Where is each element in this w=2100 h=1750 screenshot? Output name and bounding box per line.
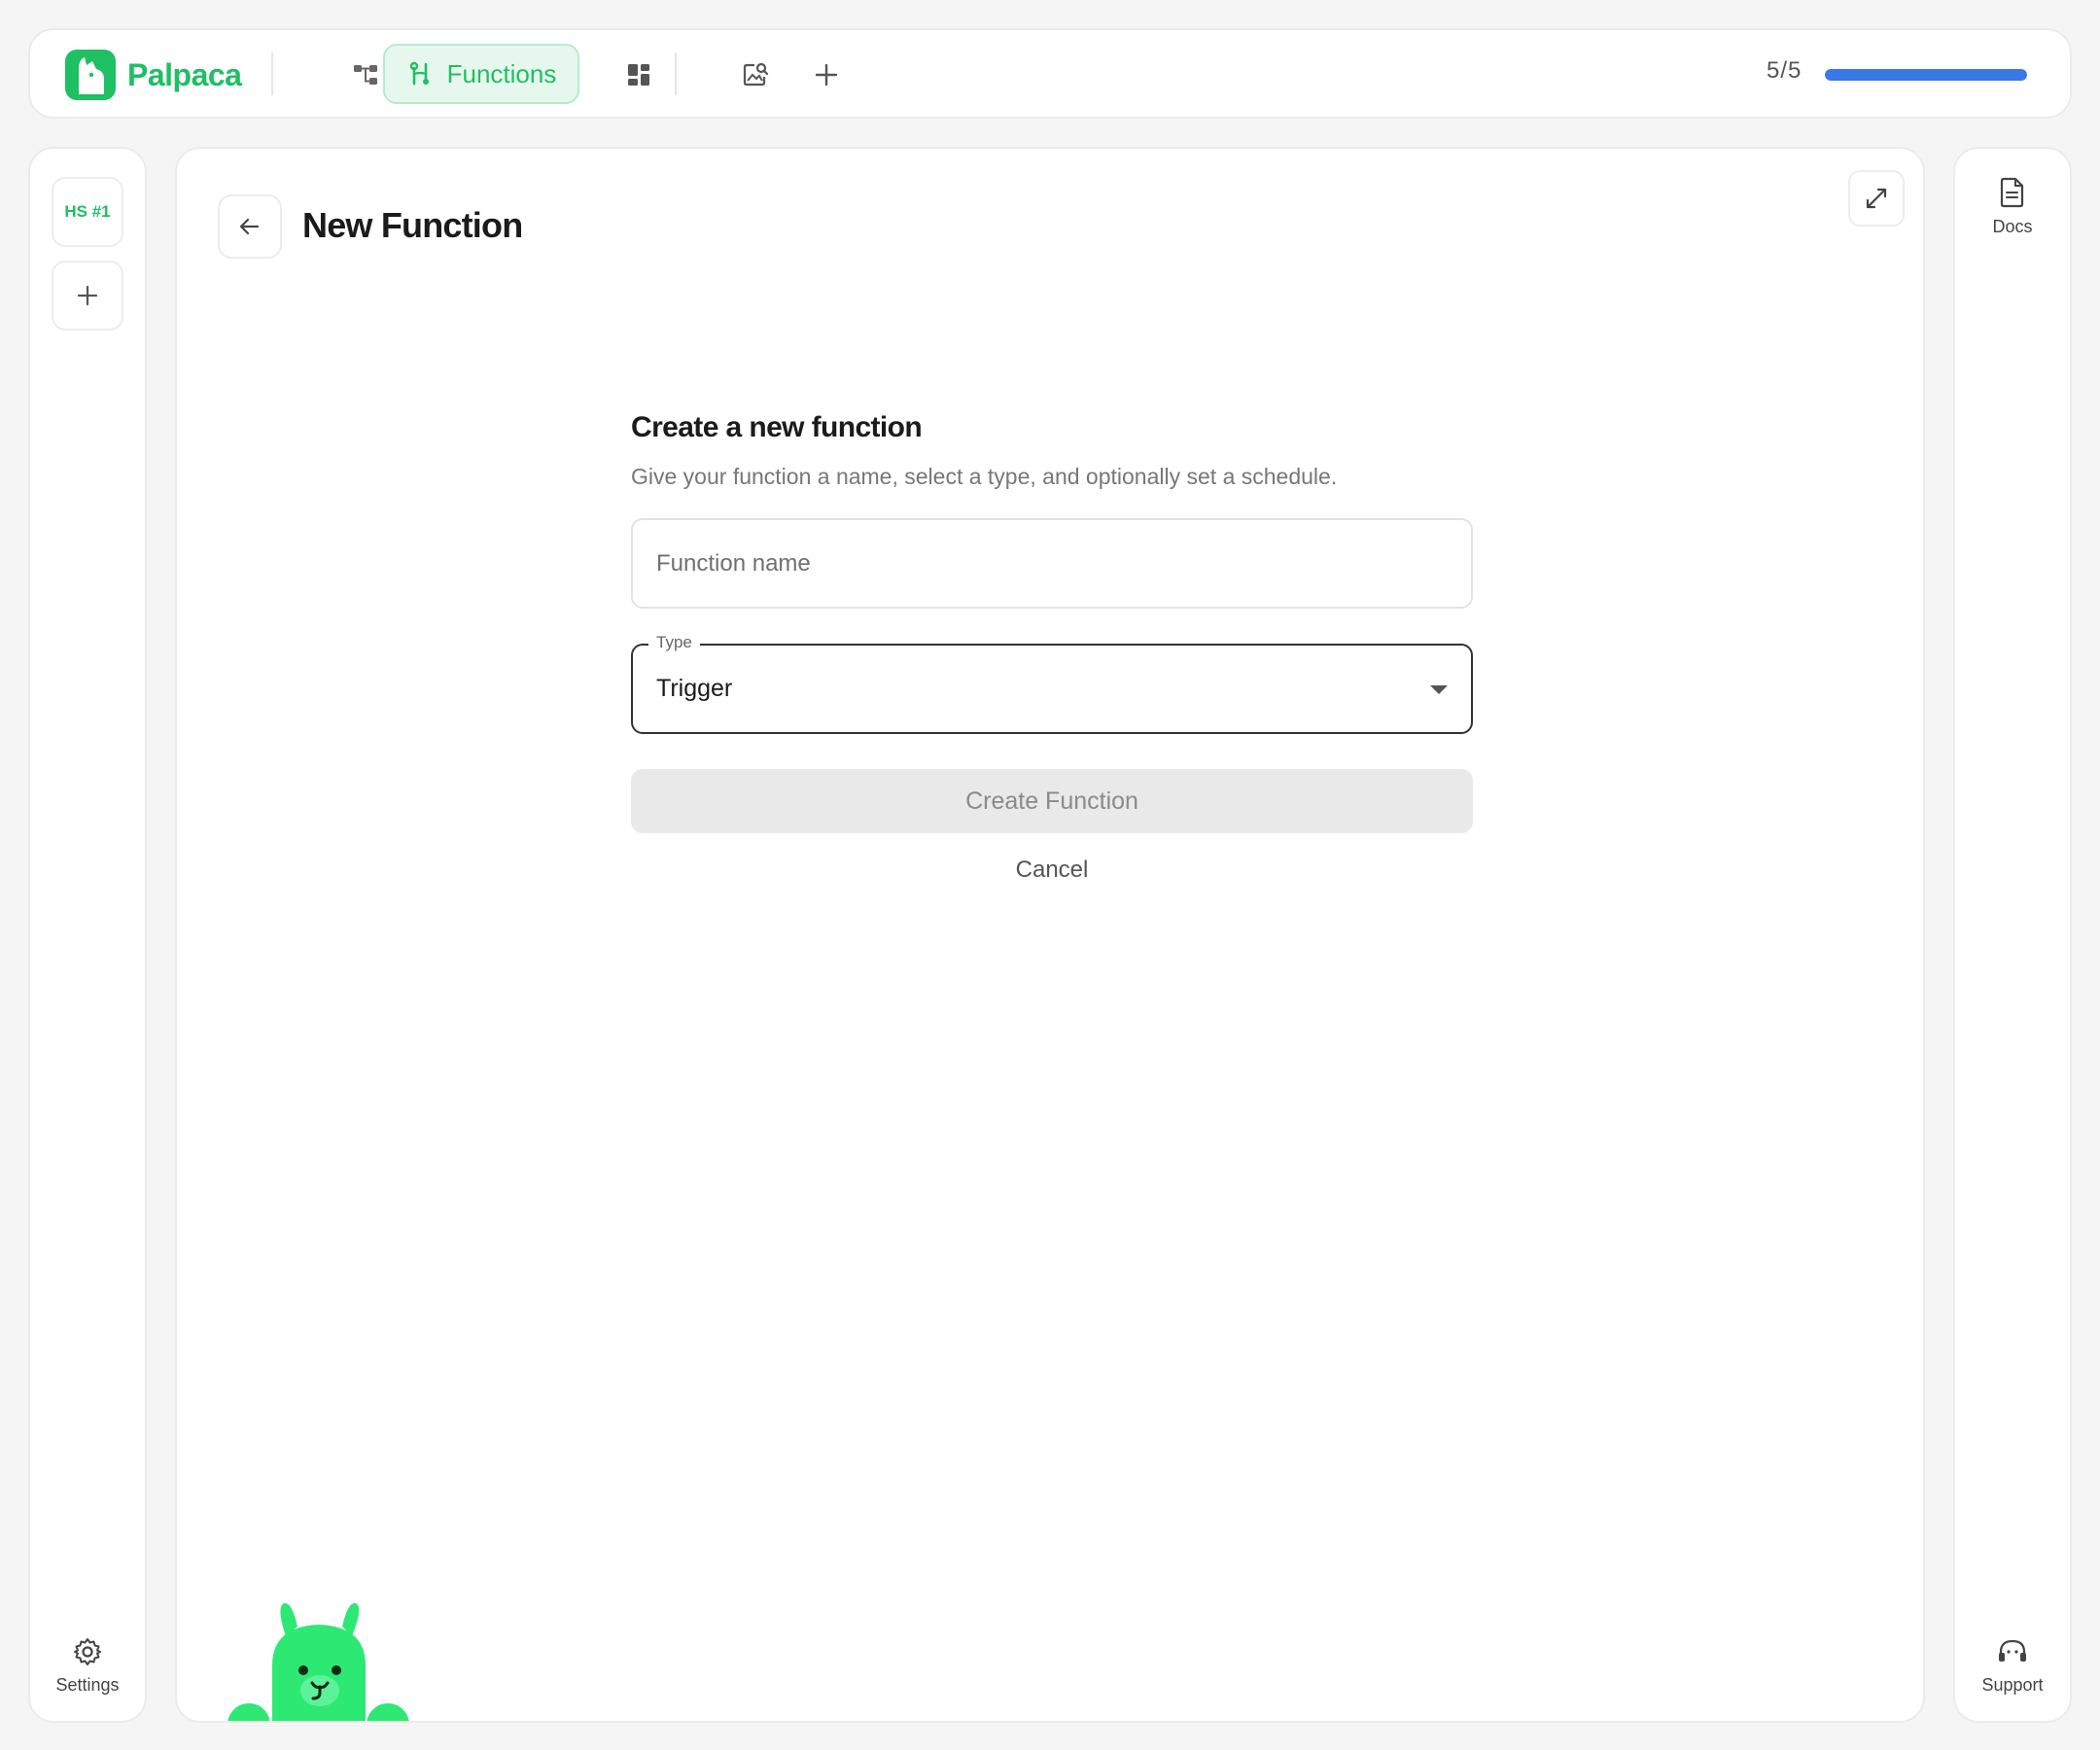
image-search-button[interactable] xyxy=(726,46,785,104)
form-heading: Create a new function xyxy=(631,411,923,443)
usage-progress-bar xyxy=(1825,69,2027,81)
create-function-button[interactable]: Create Function xyxy=(631,769,1473,833)
support-button[interactable]: Support xyxy=(1955,1636,2070,1696)
dashboard-nav-button[interactable] xyxy=(610,46,668,104)
usage-progress-fill xyxy=(1825,69,2027,81)
project-badge[interactable]: HS #1 xyxy=(52,177,123,247)
docs-label: Docs xyxy=(1992,217,2033,236)
workflow-icon xyxy=(354,65,377,85)
settings-label: Settings xyxy=(55,1675,120,1695)
page-title: New Function xyxy=(302,205,523,245)
main-panel: New Function Create a new function Give … xyxy=(175,147,1925,1723)
plus-icon xyxy=(77,285,98,306)
tab-functions[interactable]: Functions xyxy=(383,44,579,104)
divider xyxy=(675,52,677,95)
cancel-button[interactable]: Cancel xyxy=(631,857,1473,884)
app-name: Palpaca xyxy=(127,56,242,92)
document-icon xyxy=(2000,177,2024,208)
app-logo[interactable]: Palpaca xyxy=(65,50,242,100)
docs-button[interactable]: Docs xyxy=(1955,176,2070,237)
dashboard-icon xyxy=(628,64,649,86)
usage-count: 5/5 xyxy=(1767,57,1802,84)
function-name-input[interactable] xyxy=(631,518,1473,609)
type-label: Type xyxy=(648,633,700,652)
add-project-button[interactable] xyxy=(52,261,123,331)
support-label: Support xyxy=(1981,1675,2044,1695)
tab-functions-label: Functions xyxy=(446,58,557,88)
headset-icon xyxy=(1999,1639,2026,1662)
plus-icon xyxy=(815,63,838,87)
image-search-icon xyxy=(743,62,769,87)
right-rail: Docs Support xyxy=(1953,147,2072,1723)
llama-mascot-icon xyxy=(228,1602,409,1721)
back-button[interactable] xyxy=(218,194,282,259)
functions-icon xyxy=(409,61,429,86)
divider xyxy=(271,52,273,95)
settings-button[interactable]: Settings xyxy=(30,1636,145,1696)
type-value: Trigger xyxy=(656,675,733,702)
gear-icon xyxy=(74,1638,101,1665)
create-function-form: Create a new function Give your function… xyxy=(631,411,1473,884)
form-description: Give your function a name, select a type… xyxy=(631,464,1338,489)
logo-icon xyxy=(65,50,116,100)
arrow-left-icon xyxy=(239,218,260,235)
add-nav-button[interactable] xyxy=(797,46,856,104)
type-select[interactable]: Type Trigger xyxy=(631,633,1473,734)
expand-button[interactable] xyxy=(1848,170,1905,227)
caret-down-icon xyxy=(1430,685,1448,694)
top-bar: Palpaca Functions 5/5 xyxy=(28,28,2072,119)
left-rail: HS #1 Settings xyxy=(28,147,147,1723)
expand-icon xyxy=(1866,188,1887,209)
